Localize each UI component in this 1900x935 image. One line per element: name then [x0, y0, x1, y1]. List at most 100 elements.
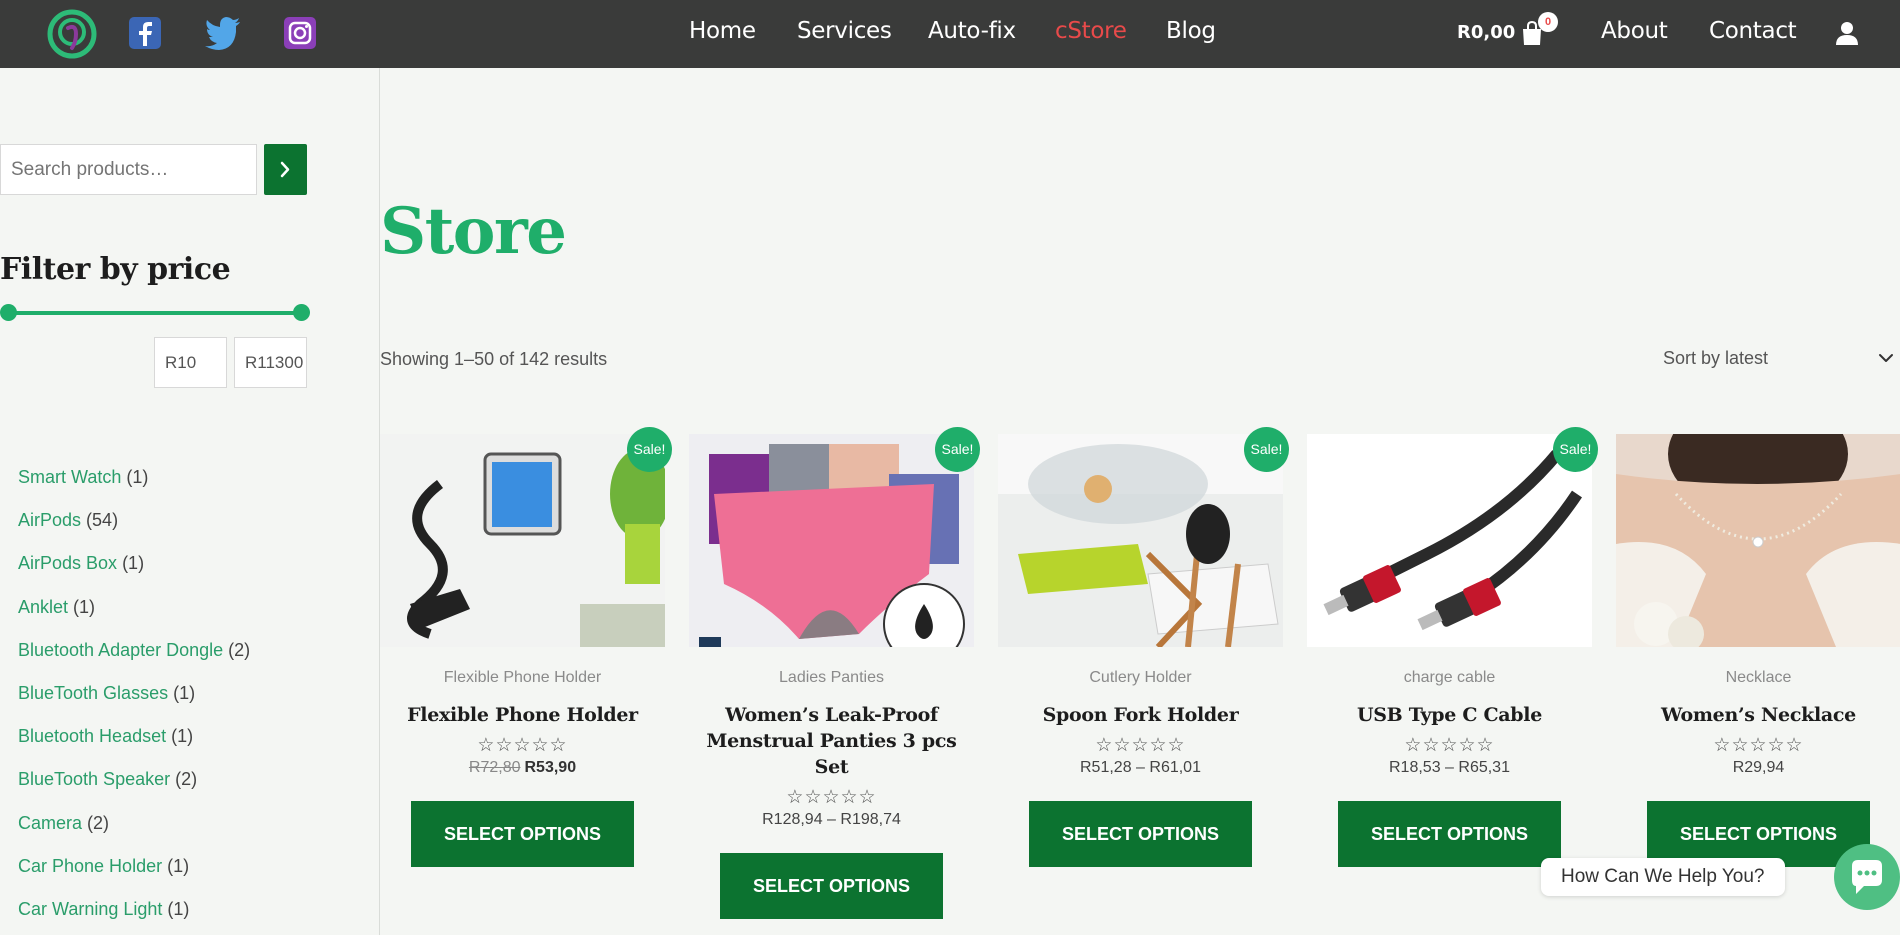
product-image[interactable] [1307, 434, 1592, 647]
rating-stars: ☆☆☆☆☆ [1095, 735, 1186, 756]
list-item: Smart Watch (1) [18, 467, 250, 510]
facebook-icon[interactable] [128, 16, 162, 50]
rating-stars: ☆☆☆☆☆ [477, 735, 568, 756]
nav-about[interactable]: About [1601, 18, 1668, 44]
product-category: Cutlery Holder [1089, 669, 1192, 686]
product-category: charge cable [1403, 669, 1496, 686]
category-link[interactable]: Bluetooth Headset [18, 726, 166, 746]
chat-prompt-bubble[interactable]: How Can We Help You? [1541, 858, 1785, 896]
category-list: Smart Watch (1) AirPods (54) AirPods Box… [18, 467, 250, 935]
category-count: (1) [167, 898, 190, 919]
user-account-icon[interactable] [1834, 20, 1860, 46]
category-link[interactable]: Car Warning Light [18, 899, 162, 919]
price-slider-max-handle[interactable] [293, 304, 310, 321]
nav-auto-fix[interactable]: Auto-fix [928, 18, 1016, 44]
product-card: Ladies Panties Women’s Leak-Proof Menstr… [689, 434, 974, 919]
cart-total[interactable]: R0,00 [1457, 22, 1515, 43]
sale-badge: Sale! [1553, 427, 1598, 472]
list-item: Bluetooth Adapter Dongle (2) [18, 640, 250, 683]
product-search-input[interactable] [0, 144, 257, 195]
product-category: Necklace [1725, 669, 1792, 686]
nav-home[interactable]: Home [689, 18, 756, 44]
product-price: R72,80 R53,90 [380, 759, 665, 777]
sort-select[interactable]: Sort by latest [1663, 348, 1768, 369]
select-options-button[interactable]: SELECT OPTIONS [411, 801, 634, 867]
sale-badge: Sale! [627, 427, 672, 472]
product-image[interactable] [380, 434, 665, 647]
list-item: BlueTooth Speaker (2) [18, 769, 250, 812]
price-slider-track[interactable] [7, 311, 301, 315]
site-header: Home Services Auto-fix cStore Blog R0,00… [0, 0, 1900, 68]
product-category: Ladies Panties [779, 669, 884, 686]
category-count: (2) [87, 812, 110, 833]
list-item: Anklet (1) [18, 597, 250, 640]
category-count: (1) [126, 467, 149, 487]
category-count: (1) [173, 682, 196, 703]
result-count: Showing 1–50 of 142 results [380, 349, 608, 369]
category-link[interactable]: AirPods [18, 510, 81, 530]
list-item: AirPods Box (1) [18, 553, 250, 596]
rating-stars: ☆☆☆☆☆ [1404, 735, 1495, 756]
twitter-icon[interactable] [204, 16, 242, 50]
product-card: charge cable USB Type C Cable ☆☆☆☆☆ R18,… [1307, 434, 1592, 867]
nav-contact[interactable]: Contact [1709, 18, 1797, 44]
category-link[interactable]: BlueTooth Glasses [18, 683, 168, 703]
select-options-button[interactable]: SELECT OPTIONS [720, 853, 943, 919]
product-image[interactable] [689, 434, 974, 647]
list-item: Bluetooth Headset (1) [18, 726, 250, 769]
product-price: R51,28 – R61,01 [1080, 759, 1201, 776]
original-price: R72,80 [468, 759, 521, 776]
search-submit-button[interactable] [264, 144, 307, 195]
product-title[interactable]: Spoon Fork Holder [998, 702, 1283, 728]
list-item: AirPods (54) [18, 510, 250, 553]
select-options-button[interactable]: SELECT OPTIONS [1338, 801, 1561, 867]
product-card: Necklace Women’s Necklace ☆☆☆☆☆ R29,94 S… [1616, 434, 1900, 867]
filter-by-price-title: Filter by price [0, 252, 231, 287]
chevron-right-icon [280, 161, 290, 178]
max-price-input[interactable]: R11300 [234, 337, 307, 388]
product-title[interactable]: Women’s Necklace [1616, 702, 1900, 728]
sale-price: R53,90 [524, 759, 577, 776]
price-slider-min-handle[interactable] [0, 304, 17, 321]
chat-launcher-button[interactable] [1834, 844, 1900, 910]
list-item: Car Warning Light (1) [18, 899, 250, 935]
category-count: (2) [175, 769, 198, 790]
category-link[interactable]: Anklet [18, 597, 68, 617]
category-count: (1) [167, 855, 190, 876]
product-category: Flexible Phone Holder [443, 669, 602, 686]
category-link[interactable]: BlueTooth Speaker [18, 769, 170, 789]
category-link[interactable]: Camera [18, 813, 82, 833]
category-link[interactable]: Car Phone Holder [18, 856, 162, 876]
product-price: R18,53 – R65,31 [1389, 759, 1510, 776]
page-title: Store [380, 194, 567, 269]
product-price: R29,94 [1732, 759, 1785, 776]
category-count: (1) [122, 553, 145, 574]
chat-icon [1852, 860, 1882, 894]
product-card: Cutlery Holder Spoon Fork Holder ☆☆☆☆☆ R… [998, 434, 1283, 867]
sale-badge: Sale! [1244, 427, 1289, 472]
select-options-button[interactable]: SELECT OPTIONS [1029, 801, 1252, 867]
category-link[interactable]: Smart Watch [18, 467, 121, 487]
category-count: (1) [73, 596, 96, 617]
product-title[interactable]: Women’s Leak-Proof Menstrual Panties 3 p… [689, 702, 974, 780]
instagram-icon[interactable] [283, 16, 317, 50]
list-item: Camera (2) [18, 813, 250, 856]
nav-cstore[interactable]: cStore [1055, 18, 1127, 44]
cart-count-badge: 0 [1538, 12, 1558, 32]
nav-services[interactable]: Services [797, 18, 892, 44]
site-logo[interactable] [46, 8, 98, 60]
list-item: Car Phone Holder (1) [18, 856, 250, 899]
category-link[interactable]: AirPods Box [18, 553, 117, 573]
product-title[interactable]: Flexible Phone Holder [380, 702, 665, 728]
list-item: BlueTooth Glasses (1) [18, 683, 250, 726]
category-link[interactable]: Bluetooth Adapter Dongle [18, 640, 223, 660]
rating-stars: ☆☆☆☆☆ [786, 787, 877, 808]
product-title[interactable]: USB Type C Cable [1307, 702, 1592, 728]
nav-blog[interactable]: Blog [1166, 18, 1216, 44]
min-price-input[interactable]: R10 [154, 337, 227, 388]
sale-badge: Sale! [935, 427, 980, 472]
product-image[interactable] [1616, 434, 1900, 647]
chevron-down-icon[interactable] [1878, 350, 1894, 366]
product-image[interactable] [998, 434, 1283, 647]
category-count: (2) [228, 639, 251, 660]
